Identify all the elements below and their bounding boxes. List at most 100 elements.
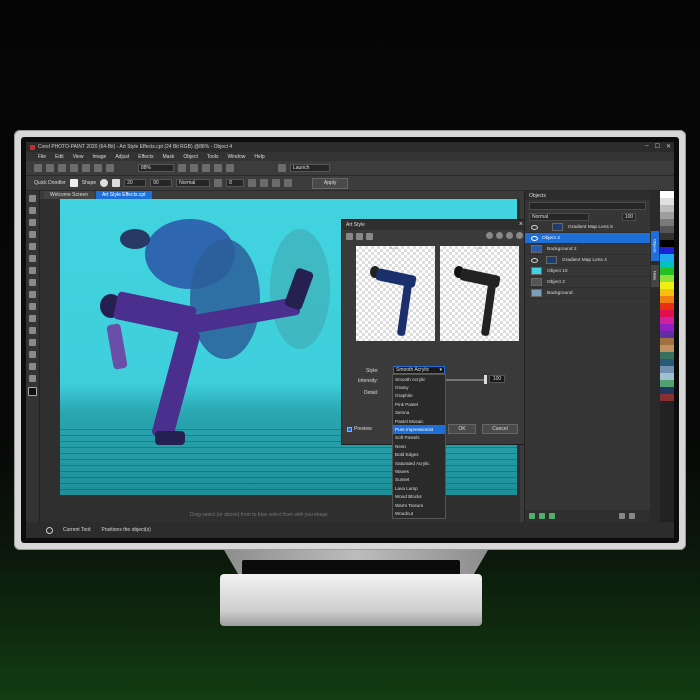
tab-hints-docker[interactable]: Hints: [651, 265, 659, 287]
style-option[interactable]: Warm Texture: [393, 501, 445, 509]
rectangle-tool-icon[interactable]: [29, 315, 36, 322]
eraser-tool-icon[interactable]: [29, 363, 36, 370]
zoom-tool-icon[interactable]: [29, 243, 36, 250]
text-tool-icon[interactable]: [29, 291, 36, 298]
hand-pan-icon[interactable]: [516, 232, 523, 239]
side-by-side-preview-icon[interactable]: [366, 232, 373, 240]
color-swatch[interactable]: [660, 240, 674, 247]
layer-row-selected[interactable]: Object 4: [525, 233, 650, 244]
lock-icon[interactable]: [619, 513, 625, 519]
paint-tool-icon[interactable]: [29, 339, 36, 346]
color-swatch[interactable]: [660, 198, 674, 205]
smear-tool-icon[interactable]: [29, 375, 36, 382]
color-swatch[interactable]: [660, 205, 674, 212]
style-option[interactable]: Bold Edges: [393, 451, 445, 459]
square-brush-icon[interactable]: [112, 179, 121, 187]
feather-field[interactable]: 8: [226, 179, 245, 187]
object-icon[interactable]: [214, 164, 222, 172]
freehand-mask-icon[interactable]: [29, 219, 36, 226]
color-swatch[interactable]: [660, 345, 674, 352]
menu-view[interactable]: View: [73, 154, 84, 160]
mode-icon-2[interactable]: [260, 179, 269, 187]
color-swatch[interactable]: [660, 310, 674, 317]
zoom-in-icon[interactable]: [486, 232, 493, 239]
style-option[interactable]: Graphite: [393, 392, 445, 400]
preview-before[interactable]: Before: [356, 246, 435, 341]
layer-row[interactable]: Gradient Map Lens 4: [525, 255, 650, 266]
color-swatch[interactable]: [660, 394, 674, 401]
color-swatch[interactable]: [660, 254, 674, 261]
style-option[interactable]: Saturated Acrylic: [393, 459, 445, 467]
apply-button[interactable]: Apply: [312, 177, 349, 189]
color-swatch[interactable]: [660, 261, 674, 268]
preview-after[interactable]: After: [440, 246, 519, 341]
fill-tool-icon[interactable]: [29, 327, 36, 334]
merge-mode-dropdown[interactable]: Normal: [176, 179, 211, 187]
mask-icon[interactable]: [202, 164, 210, 172]
menu-effects[interactable]: Effects: [138, 154, 153, 160]
intensity-slider[interactable]: [445, 379, 487, 381]
menu-image[interactable]: Image: [92, 154, 106, 160]
mode-icon-1[interactable]: [248, 179, 257, 187]
menu-edit[interactable]: Edit: [55, 154, 64, 160]
undo-icon[interactable]: [70, 164, 78, 172]
intensity-slider-thumb[interactable]: [484, 375, 487, 384]
color-swatch[interactable]: [660, 282, 674, 289]
single-preview-icon[interactable]: [346, 232, 353, 240]
pick-tool-icon[interactable]: [29, 195, 36, 202]
zoom-out-icon[interactable]: [496, 232, 503, 239]
blend-mode-dropdown[interactable]: Normal: [529, 213, 589, 221]
clone-tool-icon[interactable]: [29, 279, 36, 286]
style-dropdown[interactable]: Smooth Acrylic ▾: [393, 366, 445, 374]
ok-button[interactable]: OK: [448, 424, 476, 434]
menu-mask[interactable]: Mask: [162, 154, 174, 160]
redo-icon[interactable]: [82, 164, 90, 172]
color-swatch[interactable]: [660, 219, 674, 226]
visibility-eye-icon[interactable]: [531, 224, 538, 230]
color-swatch[interactable]: [660, 331, 674, 338]
layer-row[interactable]: Object 2: [525, 277, 650, 288]
save-icon[interactable]: [58, 164, 66, 172]
style-option[interactable]: Pink Pastel: [393, 400, 445, 408]
style-option[interactable]: Pastel Mosaic: [393, 417, 445, 425]
color-swatch[interactable]: [660, 226, 674, 233]
opacity-field[interactable]: 100: [622, 213, 636, 221]
color-swatch[interactable]: [660, 373, 674, 380]
color-swatch[interactable]: [660, 359, 674, 366]
round-brush-icon[interactable]: [100, 179, 109, 187]
color-swatch[interactable]: [660, 366, 674, 373]
dialog-close-icon[interactable]: ×: [519, 221, 523, 228]
color-swatch[interactable]: [660, 268, 674, 275]
style-option[interactable]: Woodcut: [393, 509, 445, 517]
layer-row[interactable]: Background 2: [525, 244, 650, 255]
objects-search-input[interactable]: [529, 202, 646, 210]
color-swatch[interactable]: [660, 324, 674, 331]
foreground-color-icon[interactable]: [28, 387, 37, 396]
style-option[interactable]: Smooth Acrylic: [393, 375, 445, 383]
crop-icon[interactable]: [226, 164, 234, 172]
export-icon[interactable]: [106, 164, 114, 172]
new-object-icon[interactable]: [529, 513, 535, 519]
mask-tool-icon[interactable]: [29, 207, 36, 214]
close-icon[interactable]: ✕: [666, 143, 671, 150]
color-swatch[interactable]: [660, 380, 674, 387]
delete-icon[interactable]: [629, 513, 635, 519]
launch-dropdown[interactable]: Launch: [290, 164, 330, 172]
menu-tools[interactable]: Tools: [207, 154, 219, 160]
new-lens-icon[interactable]: [539, 513, 545, 519]
line-tool-icon[interactable]: [29, 303, 36, 310]
new-group-icon[interactable]: [549, 513, 555, 519]
cancel-button[interactable]: Cancel: [482, 424, 518, 434]
new-document-icon[interactable]: [34, 164, 42, 172]
color-swatch[interactable]: [660, 338, 674, 345]
menu-window[interactable]: Window: [228, 154, 246, 160]
transparency-field[interactable]: 90: [150, 179, 173, 187]
options-gear-icon[interactable]: [278, 164, 286, 172]
menu-file[interactable]: File: [38, 154, 46, 160]
layer-row[interactable]: Background: [525, 288, 650, 299]
tab-objects-docker[interactable]: Objects: [651, 231, 659, 261]
style-option[interactable]: Sunset: [393, 476, 445, 484]
color-swatch[interactable]: [660, 233, 674, 240]
visibility-eye-icon[interactable]: [531, 257, 538, 263]
style-option-highlighted[interactable]: Pure Impressionist: [393, 425, 445, 434]
